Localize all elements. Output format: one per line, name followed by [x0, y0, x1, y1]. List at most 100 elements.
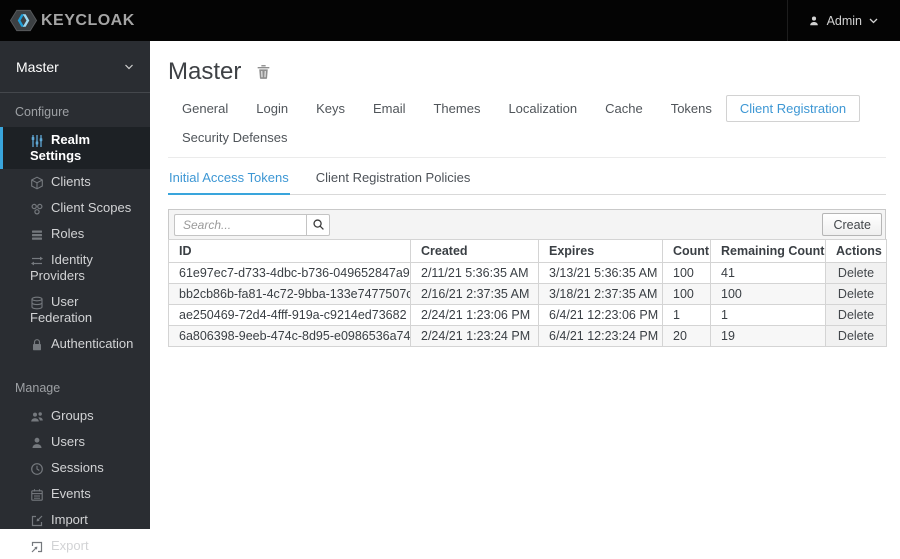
delete-button[interactable]: Delete: [838, 266, 874, 280]
sidebar: Master ConfigureRealm Settings Clients Cli…: [0, 41, 150, 529]
delete-button[interactable]: Delete: [838, 308, 874, 322]
initial-access-tokens-table: IDCreatedExpiresCountRemaining CountActi…: [168, 239, 887, 347]
sidebar-item-sessions[interactable]: Sessions: [0, 455, 150, 481]
cell-actions: Delete: [826, 305, 887, 326]
scopes-icon: [30, 202, 44, 216]
cell-expires: 3/13/21 5:36:35 AM: [539, 263, 663, 284]
user-menu[interactable]: Admin: [787, 0, 900, 41]
user-icon: [808, 15, 820, 27]
sidebar-item-events[interactable]: Events: [0, 481, 150, 507]
cell-remaining: 1: [711, 305, 826, 326]
sidebar-item-label: Groups: [51, 408, 94, 423]
delete-realm-trash-icon[interactable]: [256, 64, 271, 80]
groups-icon: [30, 410, 44, 424]
tab-tokens[interactable]: Tokens: [657, 95, 726, 122]
sidebar-section-configure: ConfigureRealm Settings Clients Client Sco…: [0, 93, 150, 357]
clock-icon: [30, 462, 44, 476]
sidebar-item-identity-providers[interactable]: Identity Providers: [0, 247, 150, 289]
column-header-expires: Expires: [539, 240, 663, 263]
column-header-actions: Actions: [826, 240, 887, 263]
sidebar-section-manage: Manage Groups Users Sessions Events Import Exp…: [0, 369, 150, 559]
delete-button[interactable]: Delete: [838, 287, 874, 301]
cell-created: 2/11/21 5:36:35 AM: [411, 263, 539, 284]
keycloak-logo-icon: [10, 7, 37, 34]
cell-id: ae250469-72d4-4fff-919a-c9214ed73682: [169, 305, 411, 326]
sliders-icon: [30, 134, 44, 148]
cell-count: 100: [663, 284, 711, 305]
cell-remaining: 41: [711, 263, 826, 284]
sidebar-item-label: Export: [51, 538, 89, 553]
tab-keys[interactable]: Keys: [302, 95, 359, 122]
cell-created: 2/16/21 2:37:35 AM: [411, 284, 539, 305]
sidebar-item-authentication[interactable]: Authentication: [0, 331, 150, 357]
cell-expires: 3/18/21 2:37:35 AM: [539, 284, 663, 305]
cell-actions: Delete: [826, 263, 887, 284]
table-row: 6a806398-9eeb-474c-8d95-e0986536a74c2/24…: [169, 326, 887, 347]
chevron-down-icon: [869, 18, 878, 24]
sidebar-item-client-scopes[interactable]: Client Scopes: [0, 195, 150, 221]
client-registration-subtabs: Initial Access Tokens Client Registration…: [168, 163, 886, 195]
exchange-icon: [30, 254, 44, 268]
cube-icon: [30, 176, 44, 190]
realm-selector[interactable]: Master: [0, 41, 150, 93]
sidebar-item-import[interactable]: Import: [0, 507, 150, 533]
lock-icon: [30, 338, 44, 352]
subtab-initial-access-tokens[interactable]: Initial Access Tokens: [168, 163, 290, 195]
tab-security-defenses[interactable]: Security Defenses: [168, 124, 302, 151]
sidebar-item-roles[interactable]: Roles: [0, 221, 150, 247]
subtab-client-registration-policies[interactable]: Client Registration Policies: [315, 163, 472, 194]
sidebar-item-label: Events: [51, 486, 91, 501]
tab-themes[interactable]: Themes: [419, 95, 494, 122]
tab-client-registration[interactable]: Client Registration: [726, 95, 860, 122]
calendar-icon: [30, 488, 44, 502]
sidebar-item-label: Client Scopes: [51, 200, 131, 215]
brand-text: KEYCLOAK: [41, 12, 135, 30]
search-icon: [312, 218, 325, 231]
column-header-count: Count: [663, 240, 711, 263]
cell-expires: 6/4/21 12:23:06 PM: [539, 305, 663, 326]
tab-general[interactable]: General: [168, 95, 242, 122]
sidebar-section-label: Manage: [0, 369, 150, 403]
roles-icon: [30, 228, 44, 242]
cell-id: 61e97ec7-d733-4dbc-b736-049652847a98: [169, 263, 411, 284]
tab-login[interactable]: Login: [242, 95, 302, 122]
page-title: Master: [168, 58, 241, 86]
cell-remaining: 19: [711, 326, 826, 347]
database-icon: [30, 296, 44, 310]
table-row: bb2cb86b-fa81-4c72-9bba-133e7477507c2/16…: [169, 284, 887, 305]
cell-count: 20: [663, 326, 711, 347]
cell-id: bb2cb86b-fa81-4c72-9bba-133e7477507c: [169, 284, 411, 305]
cell-expires: 6/4/21 12:23:24 PM: [539, 326, 663, 347]
create-button[interactable]: Create: [822, 213, 882, 236]
sidebar-item-label: Sessions: [51, 460, 104, 475]
column-header-remaining-count: Remaining Count: [711, 240, 826, 263]
sidebar-item-realm-settings[interactable]: Realm Settings: [0, 127, 150, 169]
cell-created: 2/24/21 1:23:24 PM: [411, 326, 539, 347]
realm-tabs: GeneralLoginKeysEmailThemesLocalizationC…: [168, 95, 886, 158]
cell-actions: Delete: [826, 326, 887, 347]
sidebar-item-export[interactable]: Export: [0, 533, 150, 559]
cell-created: 2/24/21 1:23:06 PM: [411, 305, 539, 326]
keycloak-logo: KEYCLOAK: [0, 7, 135, 34]
search-input[interactable]: [174, 214, 306, 236]
sidebar-item-label: Users: [51, 434, 85, 449]
sidebar-item-users[interactable]: Users: [0, 429, 150, 455]
sidebar-item-user-federation[interactable]: User Federation: [0, 289, 150, 331]
table-header-row: IDCreatedExpiresCountRemaining CountActi…: [169, 240, 887, 263]
table-row: 61e97ec7-d733-4dbc-b736-049652847a982/11…: [169, 263, 887, 284]
sidebar-item-groups[interactable]: Groups: [0, 403, 150, 429]
export-icon: [30, 540, 44, 554]
import-icon: [30, 514, 44, 528]
tab-email[interactable]: Email: [359, 95, 420, 122]
sidebar-item-label: Clients: [51, 174, 91, 189]
search-button[interactable]: [306, 214, 330, 236]
table-toolbar: Create: [168, 209, 886, 239]
tab-localization[interactable]: Localization: [494, 95, 591, 122]
tab-cache[interactable]: Cache: [591, 95, 657, 122]
user-icon: [30, 436, 44, 450]
delete-button[interactable]: Delete: [838, 329, 874, 343]
sidebar-item-clients[interactable]: Clients: [0, 169, 150, 195]
chevron-down-icon: [124, 64, 134, 70]
sidebar-section-label: Configure: [0, 93, 150, 127]
topbar: KEYCLOAK Admin: [0, 0, 900, 41]
